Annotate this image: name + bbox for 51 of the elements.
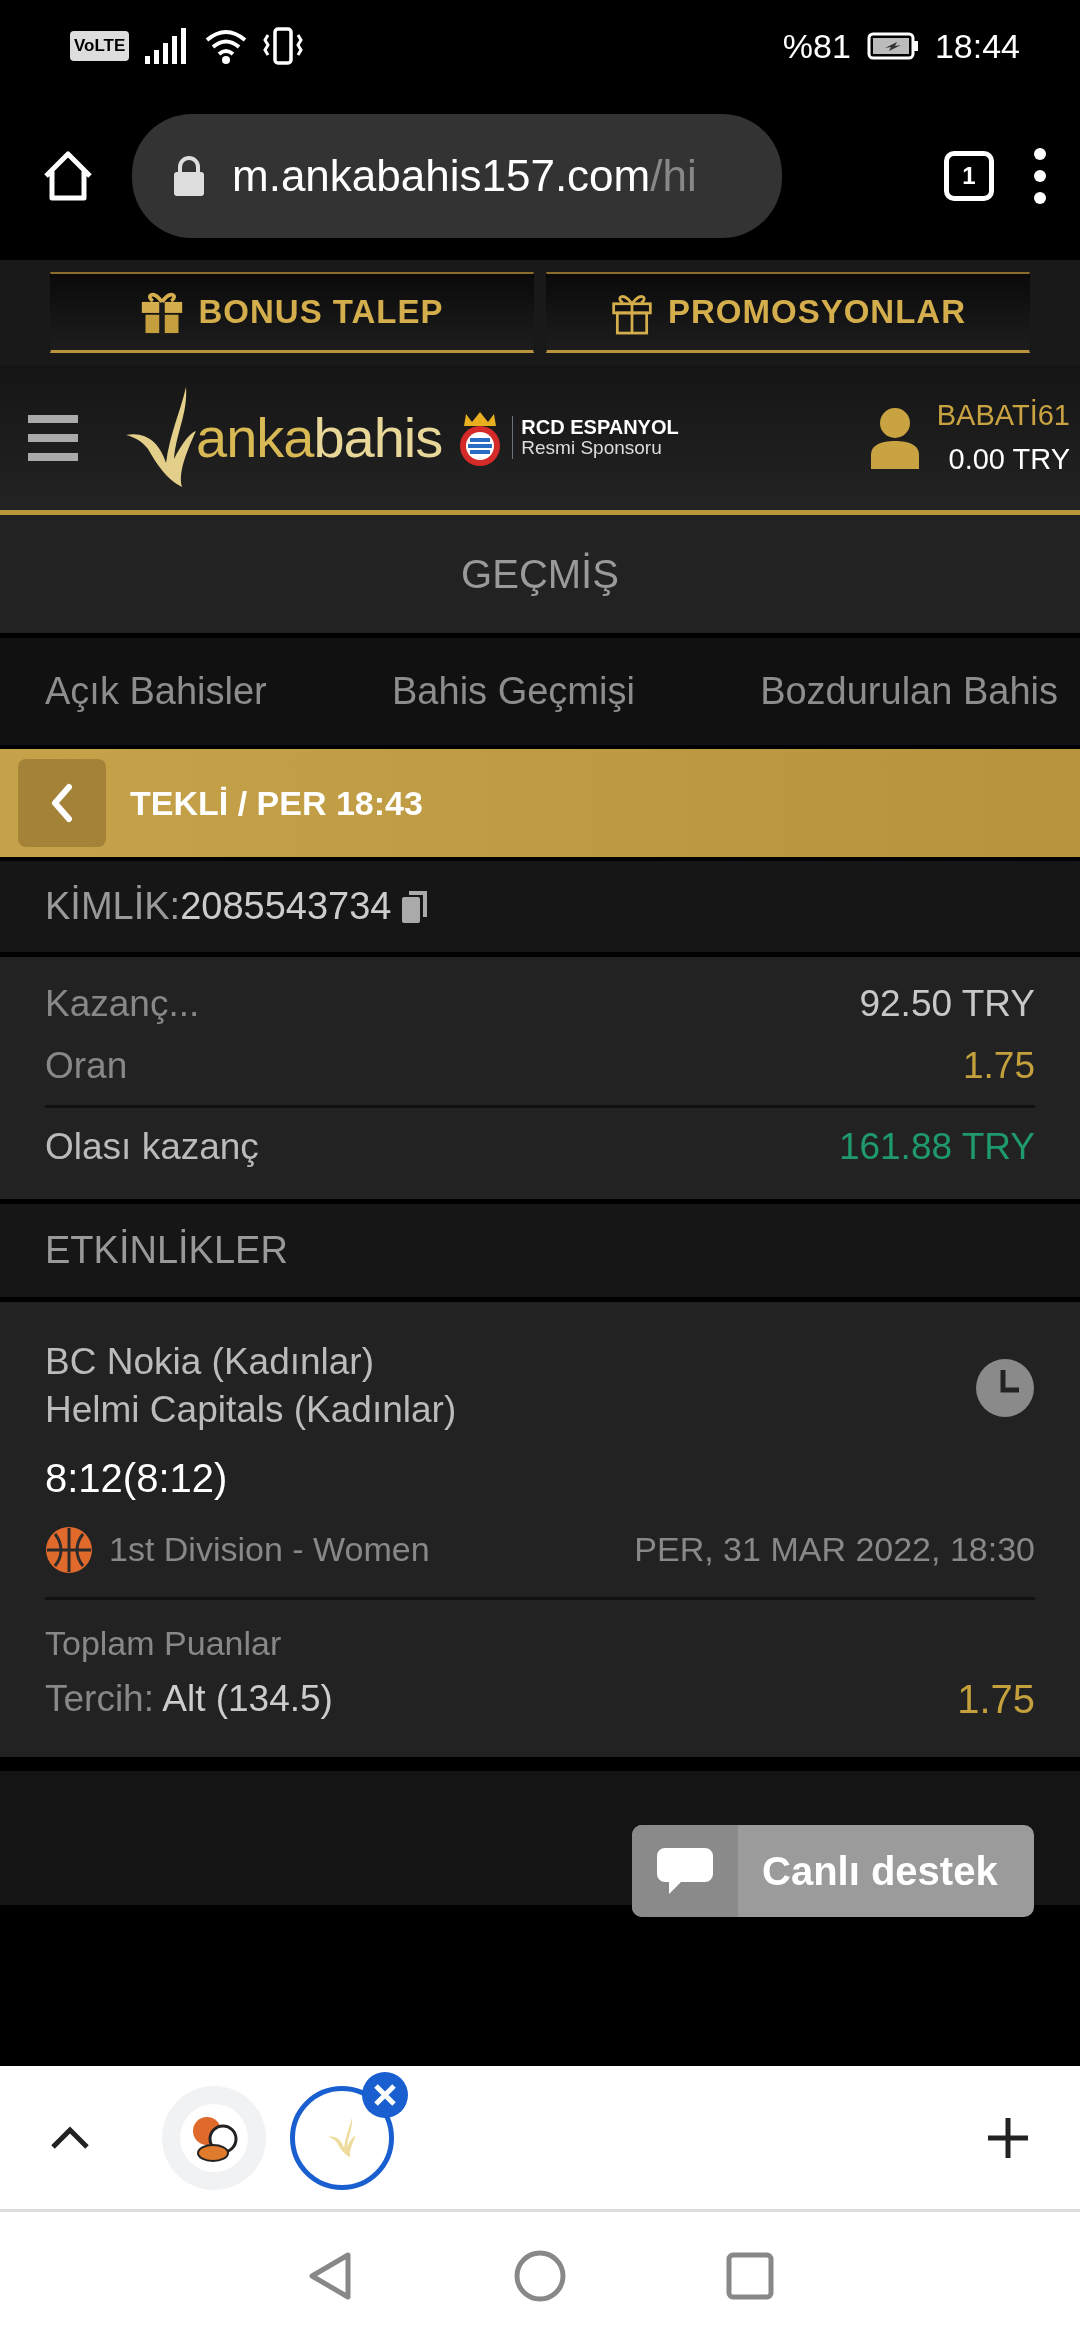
back-icon[interactable] <box>306 2251 354 2301</box>
summary-label: Oran <box>45 1044 128 1089</box>
summary-label: Olası kazanç <box>45 1124 259 1169</box>
battery-percent: %81 <box>782 25 851 67</box>
tab[interactable]: Bahis Geçmişi <box>392 663 635 720</box>
recents-icon[interactable] <box>726 2252 774 2300</box>
sponsor-title: RCD ESPANYOL <box>521 416 679 439</box>
menu-icon[interactable] <box>28 414 78 461</box>
url-text: m.ankabahis157.com/hi <box>232 150 697 202</box>
user-icon[interactable] <box>868 406 921 469</box>
tab-count-button[interactable]: 1 <box>944 151 994 201</box>
back-button[interactable] <box>18 759 106 847</box>
team-name: BC Nokia (Kadınlar) <box>45 1340 375 1384</box>
team-name: Helmi Capitals (Kadınlar) <box>45 1388 457 1432</box>
chevron-up-icon[interactable] <box>50 2125 90 2150</box>
page-title: GEÇMİŞ <box>0 515 1080 633</box>
ticket-id: 2085543734 <box>180 884 392 929</box>
summary-value: 161.88 TRY <box>838 1124 1035 1169</box>
summary-value: 1.75 <box>963 1044 1035 1089</box>
market-name: Toplam Puanlar <box>45 1623 283 1664</box>
lock-icon <box>172 155 206 197</box>
league-name: 1st Division - Women <box>109 1529 430 1570</box>
chat-icon <box>657 1846 713 1896</box>
vibrate-icon <box>263 27 304 65</box>
promo-button[interactable]: PROMOSYONLAR <box>546 272 1030 353</box>
ticket-id-label: KİMLİK: <box>45 884 181 929</box>
basketball-icon <box>45 1525 93 1574</box>
odds: 1.75 <box>957 1676 1035 1723</box>
copy-icon[interactable] <box>399 888 430 925</box>
clock-icon <box>975 1358 1035 1418</box>
summary-value: 92.50 TRY <box>859 982 1035 1027</box>
score: 8:12(8:12) <box>45 1455 229 1502</box>
wifi-icon <box>205 28 248 64</box>
balance: 0.00 TRY <box>947 441 1070 477</box>
chevron-left-icon <box>49 783 75 823</box>
sponsor-subtitle: Resmi Sponsoru <box>521 438 663 459</box>
logo[interactable]: ankabahis <box>126 382 457 493</box>
username: BABATİ61 <box>936 398 1070 433</box>
close-icon[interactable] <box>362 2071 408 2118</box>
bet-title: TEKLİ / PER 18:43 <box>130 782 423 824</box>
clock-time: 18:44 <box>934 25 1020 67</box>
event-date: PER, 31 MAR 2022, 18:30 <box>634 1529 1035 1570</box>
url-bar[interactable]: m.ankabahis157.com/hi <box>132 114 782 238</box>
pick-text: Tercih: Alt (134.5) <box>45 1677 333 1722</box>
battery-icon <box>866 32 919 60</box>
network-label: VoLTE <box>70 31 130 61</box>
summary-label: Kazanç... <box>45 982 200 1027</box>
plus-icon[interactable] <box>986 2115 1030 2160</box>
tab[interactable]: Açık Bahisler <box>45 663 267 720</box>
tab[interactable]: Bozdurulan Bahis <box>760 663 1058 720</box>
promo-button[interactable]: BONUS TALEP <box>50 272 534 353</box>
